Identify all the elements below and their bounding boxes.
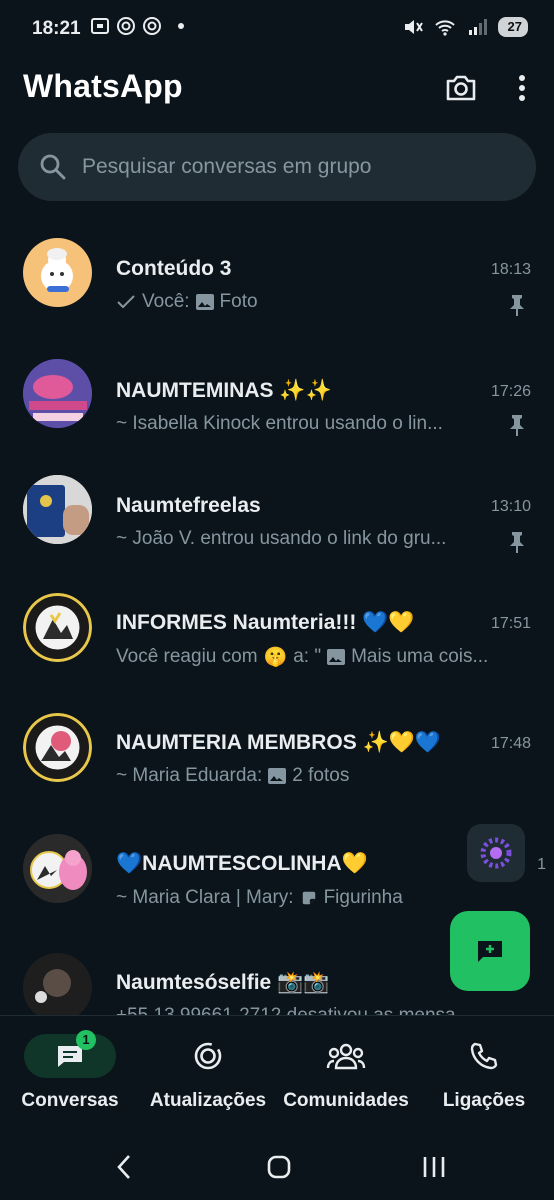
tab-ligacoes[interactable]: Ligações — [414, 1034, 554, 1112]
reaction-emoji: 🤫 — [263, 647, 288, 668]
signal-icon — [468, 19, 487, 35]
avatar — [23, 359, 92, 428]
chat-name: Naumtesóselfie 📸📸 — [116, 971, 330, 994]
chat-preview: ~ Isabella Kinock entrou usando o lin... — [116, 413, 521, 435]
chat-time: 13:10 — [490, 498, 531, 515]
pin-icon — [510, 295, 524, 316]
meta-ai-button[interactable] — [467, 824, 525, 882]
threads-icon — [117, 17, 135, 35]
more-options-button[interactable] — [507, 69, 537, 107]
chat-preview: Você reagiu com 🤫 a: " Mais uma cois... — [116, 645, 521, 669]
avatar — [23, 713, 92, 782]
tab-label: Atualizações — [149, 1090, 267, 1111]
tab-label: Comunidades — [283, 1090, 409, 1111]
chat-name: Conteúdo 3 — [116, 257, 232, 280]
avatar — [23, 593, 92, 662]
chat-time: 17:48 — [490, 735, 531, 752]
search-bar[interactable] — [18, 133, 536, 201]
preview-text: +55 13 99661-2712 desativou as mensa... — [116, 1005, 471, 1015]
preview-text: ~ Isabella Kinock entrou usando o lin... — [116, 413, 443, 434]
chat-row[interactable]: INFORMES Naumteria!!! 💙💛 17:51 Você reag… — [0, 585, 554, 695]
image-icon — [327, 649, 346, 665]
back-icon — [117, 1155, 130, 1179]
chat-preview: ~ Maria Clara | Mary: Figurinha — [116, 887, 521, 909]
updates-icon — [194, 1042, 222, 1070]
camera-icon — [446, 75, 476, 101]
chat-row[interactable]: NAUMTEMINAS ✨✨ 17:26 ~ Isabella Kinock e… — [0, 349, 554, 459]
chat-name: 💙NAUMTESCOLINHA💛 — [116, 852, 368, 875]
chat-time: 17:26 — [490, 383, 531, 400]
chat-preview: Você: Foto — [116, 291, 521, 313]
app-title: WhatsApp — [23, 68, 183, 104]
chat-name: NAUMTERIA MEMBROS ✨💛💙 — [116, 731, 441, 754]
tab-atualizacoes[interactable]: Atualizações — [138, 1034, 278, 1112]
preview-text: a: " — [293, 646, 322, 667]
screenshot-icon — [91, 18, 109, 34]
home-button[interactable] — [259, 1150, 299, 1184]
preview-text: Você reagiu com — [116, 646, 258, 667]
chat-time: 17:51 — [490, 615, 531, 632]
chat-name: NAUMTEMINAS ✨✨ — [116, 379, 332, 402]
more-vert-icon — [519, 75, 525, 101]
sticker-icon — [302, 891, 315, 905]
pin-icon — [510, 415, 524, 436]
recents-button[interactable] — [414, 1150, 454, 1184]
preview-sender: ~ Maria Eduarda: — [116, 765, 263, 786]
meta-ai-icon — [480, 837, 512, 869]
camera-button[interactable] — [441, 69, 481, 107]
calls-icon — [470, 1042, 498, 1070]
preview-text: Figurinha — [323, 887, 403, 908]
status-bar: 18:21 27 — [0, 0, 554, 58]
avatar — [23, 238, 92, 307]
tab-label: Ligações — [442, 1090, 526, 1111]
back-button[interactable] — [104, 1150, 144, 1184]
preview-text: 2 fotos — [292, 765, 350, 786]
battery-indicator: 27 — [497, 17, 528, 37]
image-icon — [195, 294, 214, 310]
wifi-icon — [434, 20, 455, 36]
chat-name: INFORMES Naumteria!!! 💙💛 — [116, 611, 415, 634]
chat-preview: ~ Maria Eduarda: 2 fotos — [116, 765, 521, 787]
chat-row[interactable]: NAUMTERIA MEMBROS ✨💛💙 17:48 ~ Maria Edua… — [0, 705, 554, 815]
chat-time: 18:13 — [490, 261, 531, 278]
chat-name: Naumtefreelas — [116, 494, 261, 517]
preview-sender: Você: — [142, 291, 190, 312]
search-input[interactable] — [80, 154, 504, 180]
tab-label: Conversas — [21, 1090, 119, 1111]
preview-text: Mais uma cois... — [351, 646, 489, 667]
preview-text: Foto — [219, 291, 258, 312]
tab-conversas[interactable]: 1 Conversas — [0, 1030, 140, 1112]
new-chat-button[interactable] — [450, 911, 530, 991]
communities-icon — [326, 1043, 366, 1070]
avatar — [23, 953, 92, 1015]
chat-time: 1 — [537, 856, 546, 873]
recents-icon — [423, 1157, 445, 1177]
system-nav-bar — [0, 1130, 554, 1200]
avatar — [23, 475, 92, 544]
mute-icon — [404, 20, 423, 34]
preview-text: ~ João V. entrou usando o link do gru... — [116, 528, 447, 549]
tab-comunidades[interactable]: Comunidades — [276, 1034, 416, 1112]
chat-row[interactable]: Conteúdo 3 18:13 Você: Foto — [0, 229, 554, 339]
chat-preview: ~ João V. entrou usando o link do gru... — [116, 528, 521, 550]
preview-sender: ~ Maria Clara | Mary: — [116, 887, 294, 908]
image-icon — [268, 768, 287, 784]
pin-icon — [510, 532, 524, 553]
status-time: 18:21 — [32, 18, 81, 39]
avatar — [23, 834, 92, 903]
chat-preview: +55 13 99661-2712 desativou as mensa... — [116, 1005, 521, 1015]
search-icon — [38, 152, 68, 182]
new-chat-icon — [478, 941, 502, 962]
chat-row[interactable]: Naumtefreelas 13:10 ~ João V. entrou usa… — [0, 466, 554, 576]
notification-dot — [178, 23, 184, 29]
check-icon — [117, 295, 135, 309]
threads-icon — [143, 17, 161, 35]
home-icon — [267, 1155, 291, 1179]
unread-badge: 1 — [76, 1030, 96, 1050]
chat-list[interactable]: Conteúdo 3 18:13 Você: Foto NAUMTEMINAS … — [0, 215, 554, 1015]
bottom-nav: 1 Conversas Atualizações Comunidades Lig… — [0, 1015, 554, 1131]
